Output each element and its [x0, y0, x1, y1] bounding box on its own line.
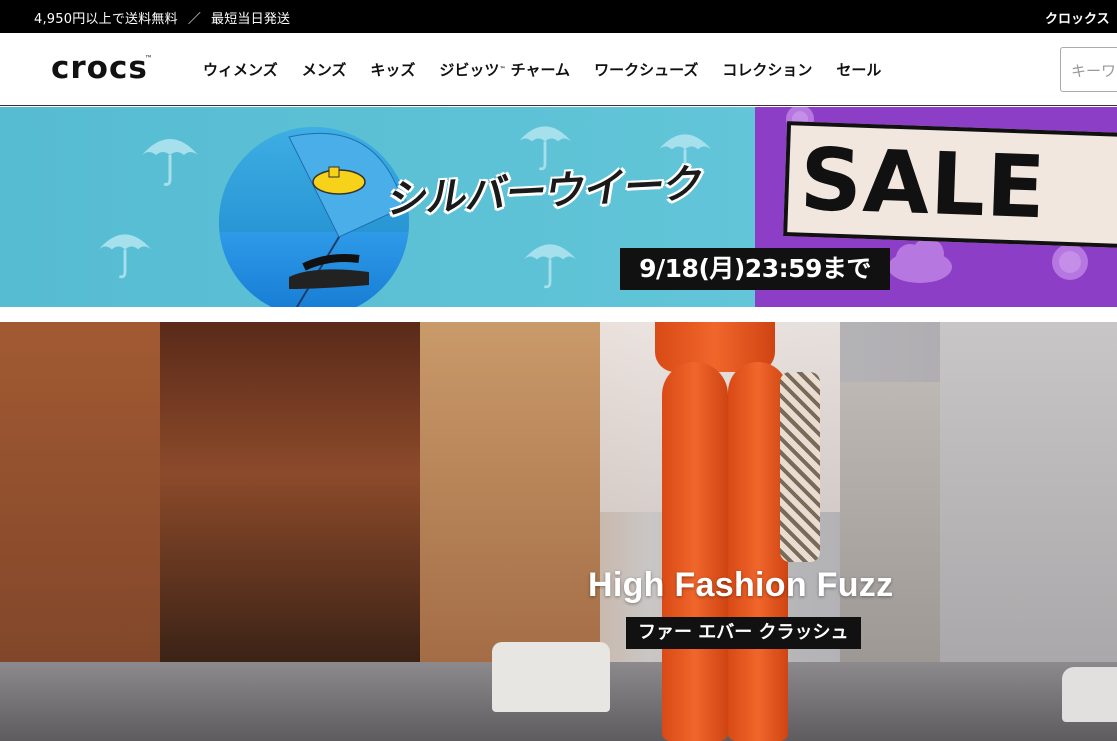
silver-week-sale-banner[interactable]: シルバーウイーク 9/18(月)23:59まで SALE — [0, 107, 1117, 307]
leopard-bag — [780, 372, 820, 562]
nav-item-jibbitz-label: ジビッツ — [439, 61, 500, 79]
building-center-left — [160, 322, 420, 702]
nav-item-work-shoes[interactable]: ワークシューズ — [594, 60, 698, 80]
nav-item-womens[interactable]: ウィメンズ — [203, 60, 278, 80]
free-shipping-text: 4,950円以上で送料無料 — [34, 12, 178, 27]
hero-banner[interactable]: High Fashion Fuzz ファー エバー クラッシュ — [0, 322, 1117, 741]
logo-trademark: ™ — [144, 54, 154, 63]
announcement-bar: 4,950円以上で送料無料 ／ 最短当日発送 クロックス — [0, 0, 1117, 33]
product-image-circle — [219, 127, 409, 307]
hero-title: High Fashion Fuzz — [588, 566, 894, 604]
crocs-logo[interactable]: crocs ™ — [51, 50, 153, 86]
search-input[interactable]: キーワ — [1060, 47, 1117, 92]
person-leg-right — [728, 362, 788, 741]
sale-deadline-badge: 9/18(月)23:59まで — [620, 248, 890, 290]
building-center — [420, 322, 600, 682]
promo-separator: ／ — [187, 12, 202, 27]
same-day-dispatch-text: 最短当日発送 — [211, 12, 291, 27]
nav-item-kids[interactable]: キッズ — [370, 60, 415, 80]
crocs-club-link[interactable]: クロックス — [1045, 8, 1110, 27]
hero-subtitle: ファー エバー クラッシュ — [626, 617, 861, 649]
shipping-promo[interactable]: 4,950円以上で送料無料 ／ 最短当日発送 — [34, 8, 290, 27]
umbrella-icon — [98, 234, 152, 279]
building-right — [940, 322, 1117, 682]
nav-item-jibbitz-suffix: チャーム — [505, 61, 571, 79]
umbrella-icon — [142, 139, 198, 186]
umbrella-icon — [523, 244, 577, 289]
nav-item-collection[interactable]: コレクション — [722, 60, 812, 80]
nav-item-sale[interactable]: セール — [836, 60, 881, 80]
person-leg-left — [662, 362, 728, 741]
white-car-right — [1062, 667, 1117, 722]
main-nav: ウィメンズ メンズ キッズ ジビッツ™ チャーム ワークシューズ コレクション … — [203, 60, 905, 80]
sale-label: SALE — [798, 129, 1048, 239]
umbrella-sandal-illustration — [288, 132, 405, 307]
site-header: crocs ™ ウィメンズ メンズ キッズ ジビッツ™ チャーム ワークシューズ … — [0, 33, 1117, 106]
nav-item-mens[interactable]: メンズ — [302, 60, 347, 80]
nav-item-jibbitz[interactable]: ジビッツ™ チャーム — [439, 60, 570, 80]
white-car — [492, 642, 610, 712]
logo-text: crocs — [51, 50, 148, 86]
